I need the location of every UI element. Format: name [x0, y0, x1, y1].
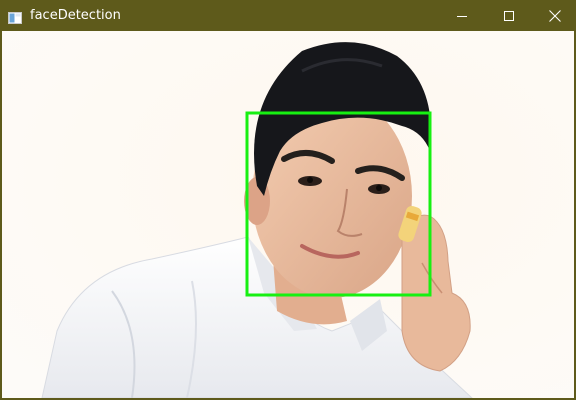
detection-image — [2, 31, 574, 398]
close-icon — [549, 9, 561, 22]
title-bar[interactable]: faceDetection — [0, 0, 576, 31]
minimize-button[interactable] — [439, 0, 485, 31]
window-app-icon — [8, 9, 22, 24]
maximize-icon — [504, 10, 514, 21]
maximize-button[interactable] — [486, 0, 532, 31]
window-title: faceDetection — [30, 8, 121, 23]
image-viewport — [2, 31, 574, 398]
minimize-icon — [457, 15, 467, 17]
close-button[interactable] — [532, 0, 576, 31]
